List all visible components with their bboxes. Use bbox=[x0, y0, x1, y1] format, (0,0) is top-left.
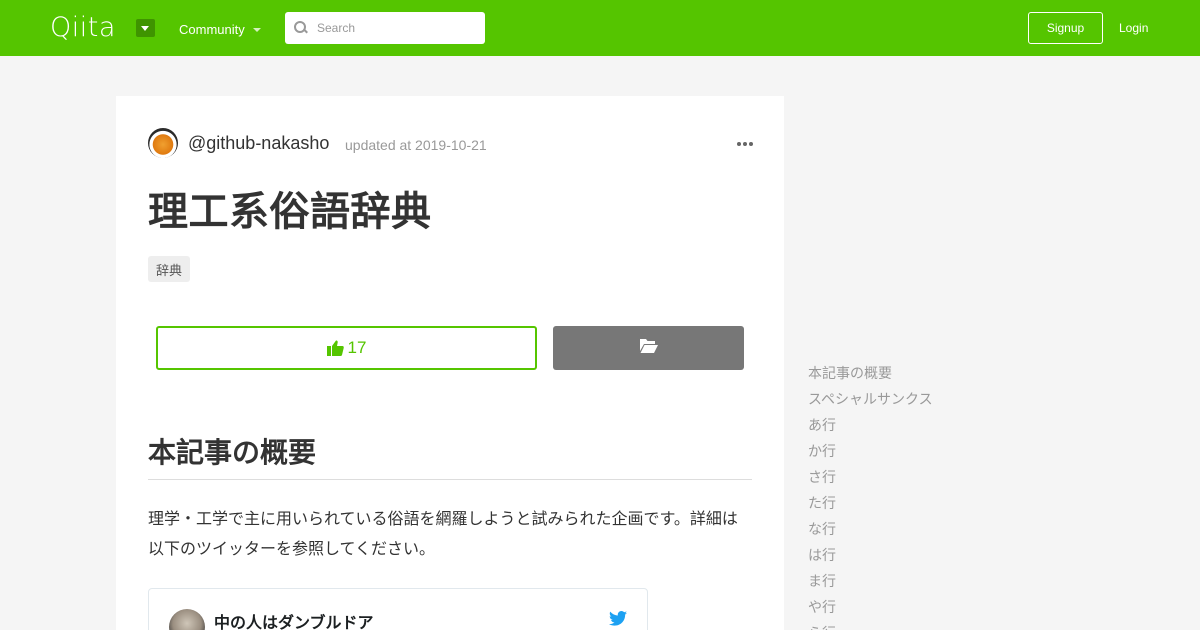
ellipsis-icon[interactable] bbox=[737, 142, 753, 146]
like-count: 17 bbox=[347, 338, 367, 357]
global-header: Qiita Community Signup Login bbox=[0, 0, 1200, 56]
section-heading: 本記事の概要 bbox=[148, 437, 317, 468]
community-label: Community bbox=[179, 22, 245, 37]
toc-item[interactable]: た行 bbox=[808, 490, 933, 516]
toc-item[interactable]: ら行 bbox=[808, 620, 933, 630]
thumbs-up-icon bbox=[326, 340, 344, 356]
tweet-author-name: 中の人はダンブルドア bbox=[214, 615, 374, 630]
toc-item[interactable]: や行 bbox=[808, 594, 933, 620]
tweet-author-avatar bbox=[169, 609, 205, 630]
updated-date: updated at 2019-10-21 bbox=[345, 137, 487, 153]
signup-button[interactable]: Signup bbox=[1028, 12, 1103, 44]
article-title: 理工系俗語辞典 bbox=[148, 190, 432, 234]
service-menu-dropdown[interactable] bbox=[136, 19, 155, 37]
author-avatar[interactable] bbox=[148, 128, 178, 158]
author-username[interactable]: @github-nakasho bbox=[188, 133, 329, 154]
heading-divider bbox=[148, 479, 752, 480]
chevron-down-icon bbox=[252, 27, 261, 32]
like-button[interactable]: 17 bbox=[156, 326, 537, 370]
toc-item[interactable]: は行 bbox=[808, 542, 933, 568]
qiita-logo[interactable]: Qiita bbox=[50, 13, 116, 43]
toc-item[interactable]: さ行 bbox=[808, 464, 933, 490]
embedded-tweet[interactable]: 中の人はダンブルドア bbox=[148, 588, 648, 630]
intro-paragraph: 理学・工学で主に用いられている俗語を網羅しようと試みられた企画です。詳細は以下の… bbox=[148, 511, 738, 558]
stock-button[interactable] bbox=[553, 326, 744, 370]
toc-item[interactable]: な行 bbox=[808, 516, 933, 542]
tag-badge[interactable]: 辞典 bbox=[148, 256, 191, 282]
twitter-bird-icon[interactable] bbox=[609, 611, 627, 630]
search-box[interactable] bbox=[285, 12, 485, 44]
toc-item[interactable]: あ行 bbox=[808, 412, 933, 438]
toc-item[interactable]: か行 bbox=[808, 438, 933, 464]
folder-open-icon bbox=[639, 338, 658, 358]
toc-item[interactable]: 本記事の概要 bbox=[808, 360, 933, 386]
login-link[interactable]: Login bbox=[1119, 21, 1148, 35]
community-menu[interactable]: Community bbox=[179, 22, 261, 37]
search-icon bbox=[294, 21, 308, 35]
toc-item[interactable]: スペシャルサンクス bbox=[808, 386, 933, 412]
table-of-contents: 本記事の概要 スペシャルサンクス あ行 か行 さ行 た行 な行 は行 ま行 や行… bbox=[808, 360, 933, 630]
toc-item[interactable]: ま行 bbox=[808, 568, 933, 594]
search-input[interactable] bbox=[317, 21, 477, 35]
